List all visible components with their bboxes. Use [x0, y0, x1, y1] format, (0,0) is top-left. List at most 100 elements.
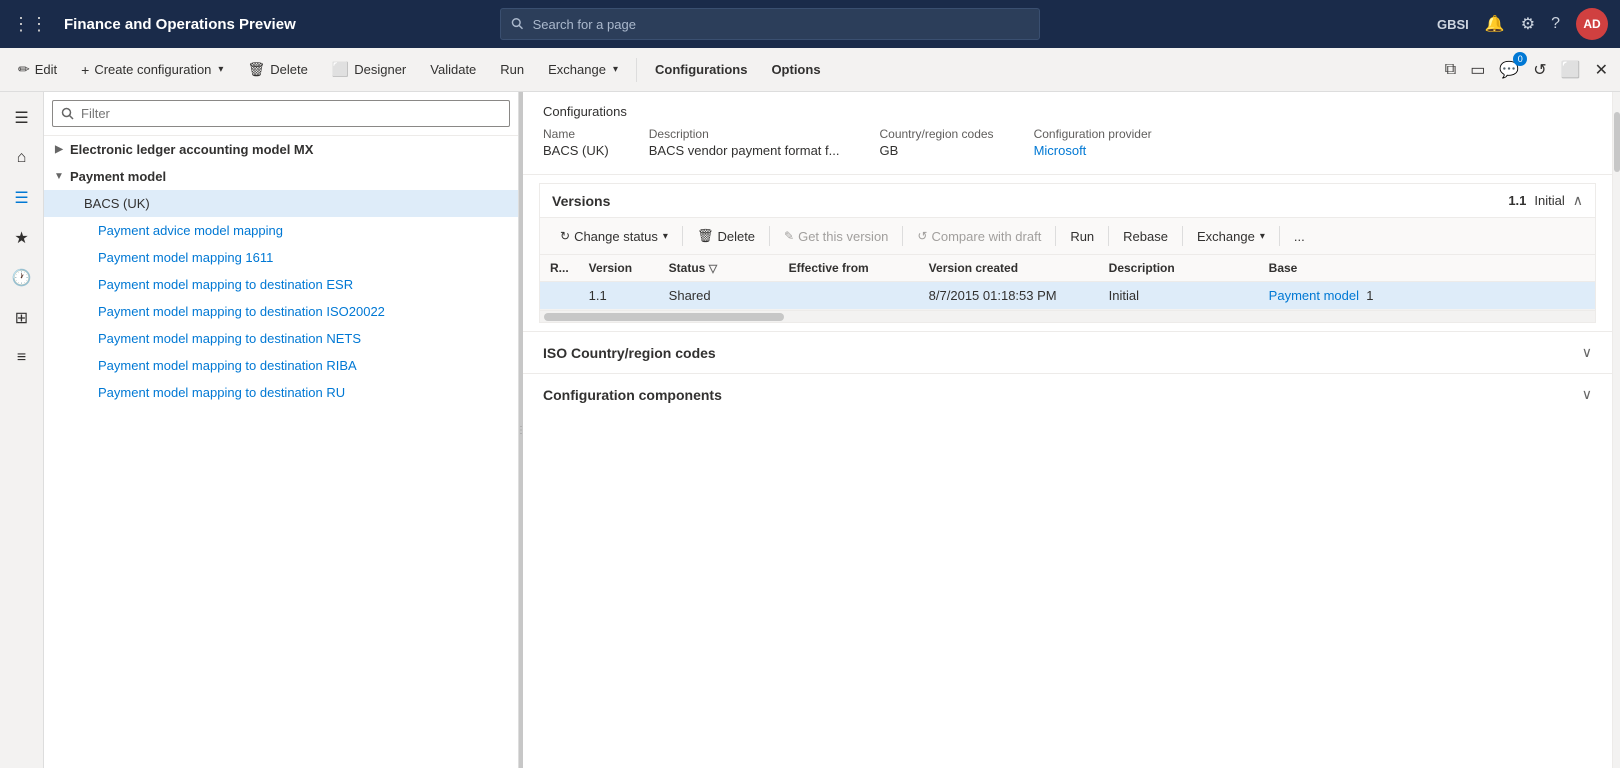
tree-item-3[interactable]: Payment advice model mapping [44, 217, 518, 244]
settings-icon[interactable]: ⚙ [1521, 14, 1535, 34]
row-r [540, 282, 579, 310]
delete-button[interactable]: 🗑 Delete [237, 56, 317, 83]
iso-section: ISO Country/region codes ∨ [523, 331, 1612, 373]
detail-description: Description BACS vendor payment format f… [649, 127, 840, 158]
row-efrom [779, 282, 919, 310]
tree-item-label-4: Payment model mapping 1611 [98, 250, 510, 265]
get-version-button[interactable]: ✎ Get this version [776, 225, 896, 248]
sidebar-chart-btn[interactable]: ≡ [4, 340, 40, 376]
col-header-efrom: Effective from [779, 255, 919, 282]
tree-item-1[interactable]: ▼ Payment model [44, 163, 518, 190]
sidebar-icons: ☰ ⌂ ☰ ★ 🕐 ⊞ ≡ [0, 92, 44, 768]
versions-delete-button[interactable]: 🗑 Delete [689, 224, 763, 248]
breadcrumb: Configurations [543, 104, 1592, 119]
designer-button[interactable]: ⬜ Designer [322, 56, 416, 83]
iso-section-header[interactable]: ISO Country/region codes ∨ [523, 332, 1612, 373]
tree-item-label-7: Payment model mapping to destination NET… [98, 331, 510, 346]
create-config-button[interactable]: + Create configuration [71, 57, 233, 83]
delete-icon: 🗑 [247, 61, 265, 78]
maximize-icon[interactable]: ⬜ [1557, 56, 1585, 84]
refresh-icon[interactable]: ↺ [1529, 56, 1550, 84]
versions-header: Versions 1.1 Initial ∧ [540, 184, 1595, 218]
versions-title: Versions [552, 193, 610, 209]
sidebar-list-btn[interactable]: ☰ [4, 180, 40, 216]
main-layout: ☰ ⌂ ☰ ★ 🕐 ⊞ ≡ ▶ Electronic ledger accoun… [0, 92, 1620, 768]
tree-item-8[interactable]: Payment model mapping to destination RIB… [44, 352, 518, 379]
app-grid-icon[interactable]: ⋮⋮ [12, 14, 48, 35]
versions-toolbar: ↻ Change status 🗑 Delete ✎ Get this vers… [540, 218, 1595, 255]
description-label: Description [649, 127, 840, 141]
country-label: Country/region codes [879, 127, 993, 141]
detail-country: Country/region codes GB [879, 127, 993, 158]
designer-icon: ⬜ [332, 61, 349, 78]
search-bar[interactable] [500, 8, 1040, 40]
notification-icon[interactable]: 🔔 [1485, 14, 1505, 34]
user-avatar[interactable]: AD [1576, 8, 1608, 40]
versions-exchange-button[interactable]: Exchange [1189, 225, 1273, 248]
exchange-button[interactable]: Exchange [538, 57, 628, 82]
compare-draft-button[interactable]: ↺ Compare with draft [909, 225, 1049, 248]
description-value: BACS vendor payment format f... [649, 143, 840, 158]
sidebar-hamburger-btn[interactable]: ☰ [4, 100, 40, 136]
tree-item-4[interactable]: Payment model mapping 1611 [44, 244, 518, 271]
tree-filter-input[interactable] [52, 100, 510, 127]
table-header-row: R... Version Status ▽ Effective from Ver… [540, 255, 1595, 282]
sidebar-home-btn[interactable]: ⌂ [4, 140, 40, 176]
tree-item-label-0: Electronic ledger accounting model MX [70, 142, 510, 157]
change-status-button[interactable]: ↻ Change status [552, 225, 676, 248]
versions-run-button[interactable]: Run [1062, 225, 1102, 248]
tree-item-bacs[interactable]: BACS (UK) [44, 190, 518, 217]
validate-button[interactable]: Validate [420, 57, 486, 82]
content-header: Configurations Name BACS (UK) Descriptio… [523, 92, 1612, 175]
base-num: 1 [1366, 288, 1373, 303]
horizontal-scrollbar[interactable] [540, 310, 1595, 322]
detail-provider: Configuration provider Microsoft [1034, 127, 1152, 158]
status-filter-icon[interactable]: ▽ [709, 263, 717, 275]
badge-icon[interactable]: 💬 0 [1495, 56, 1523, 84]
scrollbar-thumb[interactable] [1614, 112, 1620, 172]
sidebar-clock-btn[interactable]: 🕐 [4, 260, 40, 296]
run-button[interactable]: Run [490, 57, 534, 82]
view-icon-1[interactable]: ⧉ [1441, 57, 1460, 83]
versions-data-table: R... Version Status ▽ Effective from Ver… [540, 255, 1595, 310]
versions-container: Versions 1.1 Initial ∧ ↻ Change status [539, 183, 1596, 323]
table-row[interactable]: 1.1 Shared 8/7/2015 01:18:53 PM Initial … [540, 282, 1595, 310]
provider-value[interactable]: Microsoft [1034, 143, 1152, 158]
base-link[interactable]: Payment model [1269, 288, 1359, 303]
name-label: Name [543, 127, 609, 141]
tree-item-6[interactable]: Payment model mapping to destination ISO… [44, 298, 518, 325]
toolbar-sep [636, 58, 637, 82]
tree-item-7[interactable]: Payment model mapping to destination NET… [44, 325, 518, 352]
edit-button[interactable]: ✏ Edit [8, 56, 67, 83]
sidebar-star-btn[interactable]: ★ [4, 220, 40, 256]
row-vcreated: 8/7/2015 01:18:53 PM [919, 282, 1099, 310]
search-input[interactable] [533, 17, 1030, 32]
versions-collapse-btn[interactable]: ∧ [1573, 192, 1583, 209]
config-components-header[interactable]: Configuration components ∨ [523, 374, 1612, 415]
more-button[interactable]: ... [1286, 225, 1313, 248]
tree-item-label-1: Payment model [70, 169, 510, 184]
sidebar-grid-btn[interactable]: ⊞ [4, 300, 40, 336]
tree-list: ▶ Electronic ledger accounting model MX … [44, 136, 518, 768]
tree-item-9[interactable]: Payment model mapping to destination RU [44, 379, 518, 406]
col-header-version: Version [579, 255, 659, 282]
close-icon[interactable]: ✕ [1591, 56, 1612, 84]
scroll-thumb[interactable] [544, 313, 784, 321]
tree-item-label-bacs: BACS (UK) [84, 196, 510, 211]
user-region-label: GBSI [1437, 17, 1469, 32]
rebase-button[interactable]: Rebase [1115, 225, 1176, 248]
help-icon[interactable]: ? [1551, 15, 1560, 33]
status-badge: Initial [1534, 193, 1564, 208]
col-header-status: Status ▽ [659, 255, 779, 282]
edit-icon: ✏ [18, 61, 30, 78]
get-version-icon: ✎ [784, 229, 794, 243]
view-icon-2[interactable]: ▭ [1466, 56, 1489, 84]
tree-panel: ▶ Electronic ledger accounting model MX … [44, 92, 519, 768]
right-scrollbar[interactable] [1612, 92, 1620, 768]
expander-0: ▶ [52, 144, 66, 155]
toolbar-right: ⧉ ▭ 💬 0 ↺ ⬜ ✕ [1441, 56, 1612, 84]
tree-item-5[interactable]: Payment model mapping to destination ESR [44, 271, 518, 298]
tree-item-0[interactable]: ▶ Electronic ledger accounting model MX [44, 136, 518, 163]
tree-item-label-6: Payment model mapping to destination ISO… [98, 304, 510, 319]
version-num: 1.1 [1508, 193, 1526, 208]
